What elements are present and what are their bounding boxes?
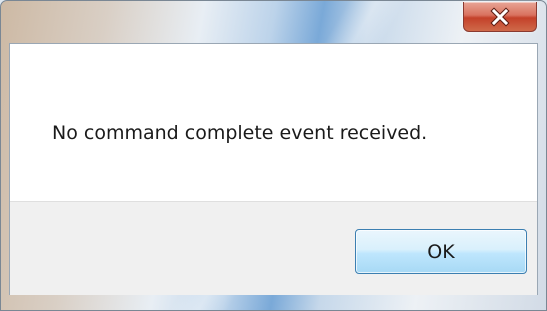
title-bar[interactable] [1,1,546,43]
close-icon [490,6,510,27]
close-button[interactable] [463,2,537,32]
message-dialog-window: No command complete event received. OK [0,0,547,311]
ok-button[interactable]: OK [355,229,527,274]
dialog-client-area: No command complete event received. OK [9,43,538,295]
message-area: No command complete event received. [10,44,537,201]
message-text: No command complete event received. [52,122,428,144]
button-area: OK [10,201,537,295]
window-bottom-frame [1,295,546,310]
